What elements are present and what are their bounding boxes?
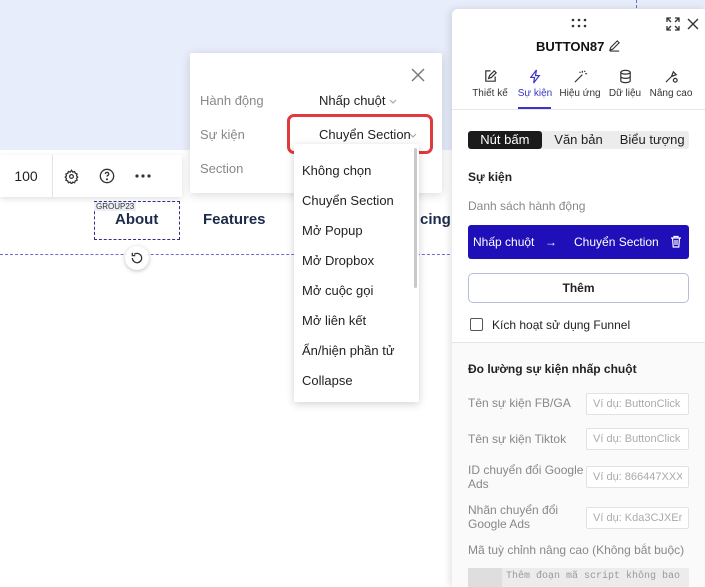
dropdown-item-toggle-element[interactable]: Ẩn/hiện phần tử [302,343,395,358]
element-type-segment: Nút bấm Văn bản Biểu tượng [468,131,689,149]
tracking-heading: Đo lường sự kiện nhấp chuột [468,362,637,376]
segment-icon[interactable]: Biểu tượng [615,131,689,149]
rotate-icon[interactable] [125,246,149,270]
action-trigger: Nhấp chuột [473,235,535,249]
rename-pencil-icon[interactable] [608,39,621,52]
drag-handle-icon[interactable] [570,18,588,28]
code-gutter [468,568,502,587]
tab-design[interactable]: Thiết kế [468,69,512,107]
arrow-right-icon: → [545,235,557,249]
settings-pen-icon [664,70,678,83]
close-icon[interactable] [410,67,428,85]
dropdown-item-scroll-section[interactable]: Chuyển Section [302,193,394,208]
segment-text[interactable]: Văn bản [542,131,616,149]
fb-ga-event-label: Tên sự kiện FB/GA [468,396,571,410]
magic-wand-icon [573,70,587,83]
code-placeholder: Thêm đoạn mã script không bao [506,571,681,582]
event-label: Sự kiện [200,127,245,142]
action-select[interactable]: Nhấp chuột [319,93,386,108]
gear-icon[interactable] [53,155,89,197]
tiktok-event-input[interactable] [586,428,689,450]
more-icon[interactable] [125,155,161,197]
tab-data[interactable]: Dữ liệu [604,69,646,107]
close-icon[interactable] [686,17,700,31]
properties-panel: BUTTON87 Thiết kế Sự kiện Hiệu ứng Dữ li… [452,9,705,587]
funnel-checkbox[interactable] [470,318,483,331]
dropdown-item-open-link[interactable]: Mở liên kết [302,313,366,328]
google-ads-label-label: Nhãn chuyển đổi Google Ads [468,503,559,531]
element-toolbar: 100 [0,155,182,197]
tab-events[interactable]: Sự kiện [516,69,554,107]
google-ads-id-input[interactable] [586,466,689,488]
tab-advanced[interactable]: Nâng cao [648,69,694,107]
google-ads-label-input[interactable] [586,507,689,529]
database-icon [619,69,631,84]
tab-effects[interactable]: Hiệu ứng [558,69,602,107]
google-ads-id-label: ID chuyển đổi Google Ads [468,463,584,491]
group-tag: GROUP23 [94,202,137,211]
action-label: Hành động [200,93,264,108]
segment-button[interactable]: Nút bấm [468,131,542,149]
help-icon[interactable] [89,155,125,197]
dropdown-item-open-popup[interactable]: Mở Popup [302,223,363,238]
dropdown-item-collapse[interactable]: Collapse [302,373,353,388]
trash-icon[interactable] [670,235,682,248]
tiktok-event-label: Tên sự kiện Tiktok [468,432,567,446]
expand-icon[interactable] [666,17,680,31]
action-target: Chuyển Section [574,235,659,249]
event-dropdown: Không chọn Chuyển Section Mở Popup Mở Dr… [294,144,419,402]
add-action-button[interactable]: Thêm [468,273,689,303]
section-label: Section [200,161,244,176]
tab-effects-label: Hiệu ứng [559,88,601,99]
dropdown-item-call[interactable]: Mở cuộc gọi [302,283,373,298]
lightning-icon [529,69,540,84]
funnel-label: Kích hoạt sử dụng Funnel [492,318,631,332]
action-item[interactable]: Nhấp chuột → Chuyển Section [468,225,689,259]
dropdown-scrollbar[interactable] [414,148,417,288]
actions-list-label: Danh sách hành động [468,199,586,213]
tab-events-label: Sự kiện [517,88,553,99]
custom-code-label: Mã tuỳ chỉnh nâng cao (Không bắt buộc) [468,543,685,557]
nav-item-features[interactable]: Features [203,211,266,228]
fb-ga-event-input[interactable] [586,393,689,415]
edit-icon [484,70,497,82]
tab-data-label: Dữ liệu [608,88,642,99]
tab-design-label: Thiết kế [472,88,508,99]
chevron-down-icon [389,99,397,104]
dropdown-item-none[interactable]: Không chọn [302,163,371,178]
element-title: BUTTON87 [536,39,605,54]
custom-code-editor[interactable]: Thêm đoạn mã script không bao [468,568,689,587]
tab-advanced-label: Nâng cao [649,88,693,99]
tabs-divider [452,109,705,110]
nav-item-about[interactable]: About [115,211,158,228]
dropdown-item-open-dropbox[interactable]: Mở Dropbox [302,253,374,268]
events-heading: Sự kiện [468,170,513,184]
toolbar-value[interactable]: 100 [0,168,52,184]
